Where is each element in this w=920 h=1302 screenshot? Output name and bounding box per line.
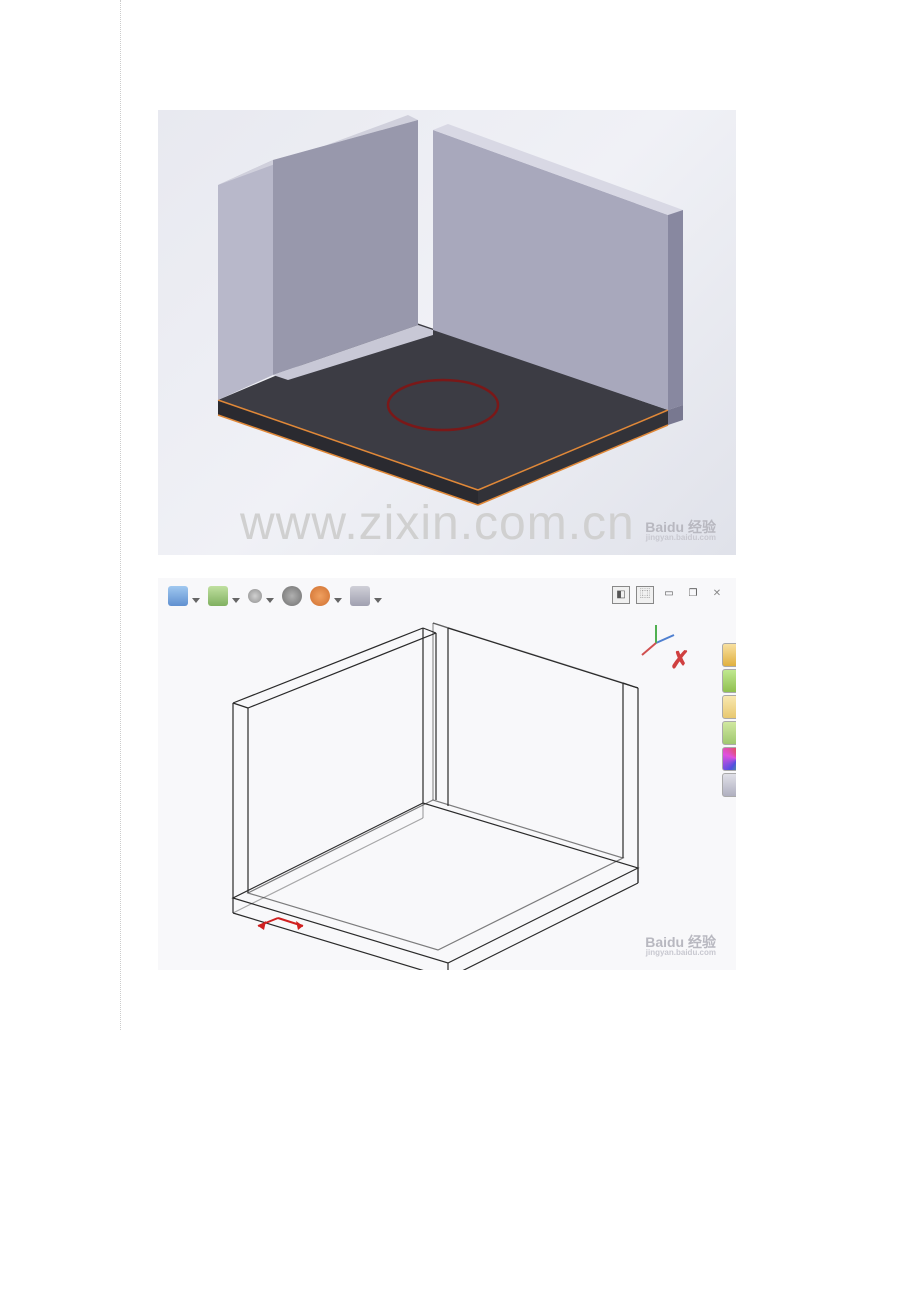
home-tab-icon[interactable] <box>722 643 736 667</box>
baidu-watermark: Baidu 经验 jingyan.baidu.com <box>645 932 716 952</box>
new-icon[interactable] <box>168 586 188 606</box>
site-watermark: www.zixin.com.cn <box>240 496 635 551</box>
settings-icon[interactable] <box>350 586 370 606</box>
window-controls: ◧ ⿴ ▭ ❐ ✕ <box>612 586 726 604</box>
dropdown-icon[interactable] <box>192 598 200 603</box>
sphere-icon[interactable] <box>282 586 302 606</box>
maximize-button[interactable]: ❐ <box>684 586 702 604</box>
dropdown-icon[interactable] <box>374 598 382 603</box>
dropdown-icon[interactable] <box>232 598 240 603</box>
dropdown-icon[interactable] <box>334 598 342 603</box>
wireframe-edges <box>233 623 638 970</box>
task-pane <box>722 643 736 797</box>
baidu-watermark: Baidu 经验 jingyan.baidu.com <box>645 517 716 537</box>
appearance-icon[interactable] <box>310 586 330 606</box>
cancel-icon[interactable]: ✗ <box>670 646 690 675</box>
page-container: Baidu 经验 jingyan.baidu.com www.zixin.com… <box>120 0 880 1302</box>
panel-toggle-1[interactable]: ◧ <box>612 586 630 604</box>
library-tab-icon[interactable] <box>722 669 736 693</box>
origin-marker <box>258 918 303 930</box>
right-wall-outer-edge <box>668 210 683 410</box>
cad-screenshot-shaded: Baidu 经验 jingyan.baidu.com <box>158 110 736 555</box>
dropdown-icon[interactable] <box>266 598 274 603</box>
display-style-icon[interactable] <box>248 589 262 603</box>
design-tab-icon[interactable] <box>722 721 736 745</box>
file-tab-icon[interactable] <box>722 695 736 719</box>
margin-divider <box>120 0 121 1030</box>
main-toolbar <box>168 586 382 606</box>
options-tab-icon[interactable] <box>722 773 736 797</box>
minimize-button[interactable]: ▭ <box>660 586 678 604</box>
panel-toggle-2[interactable]: ⿴ <box>636 586 654 604</box>
appearance-tab-icon[interactable] <box>722 747 736 771</box>
shaded-model-svg <box>158 110 736 555</box>
close-button[interactable]: ✕ <box>708 586 726 604</box>
view-icon[interactable] <box>208 586 228 606</box>
cad-screenshot-wireframe: ◧ ⿴ ▭ ❐ ✕ ✗ <box>158 578 736 970</box>
